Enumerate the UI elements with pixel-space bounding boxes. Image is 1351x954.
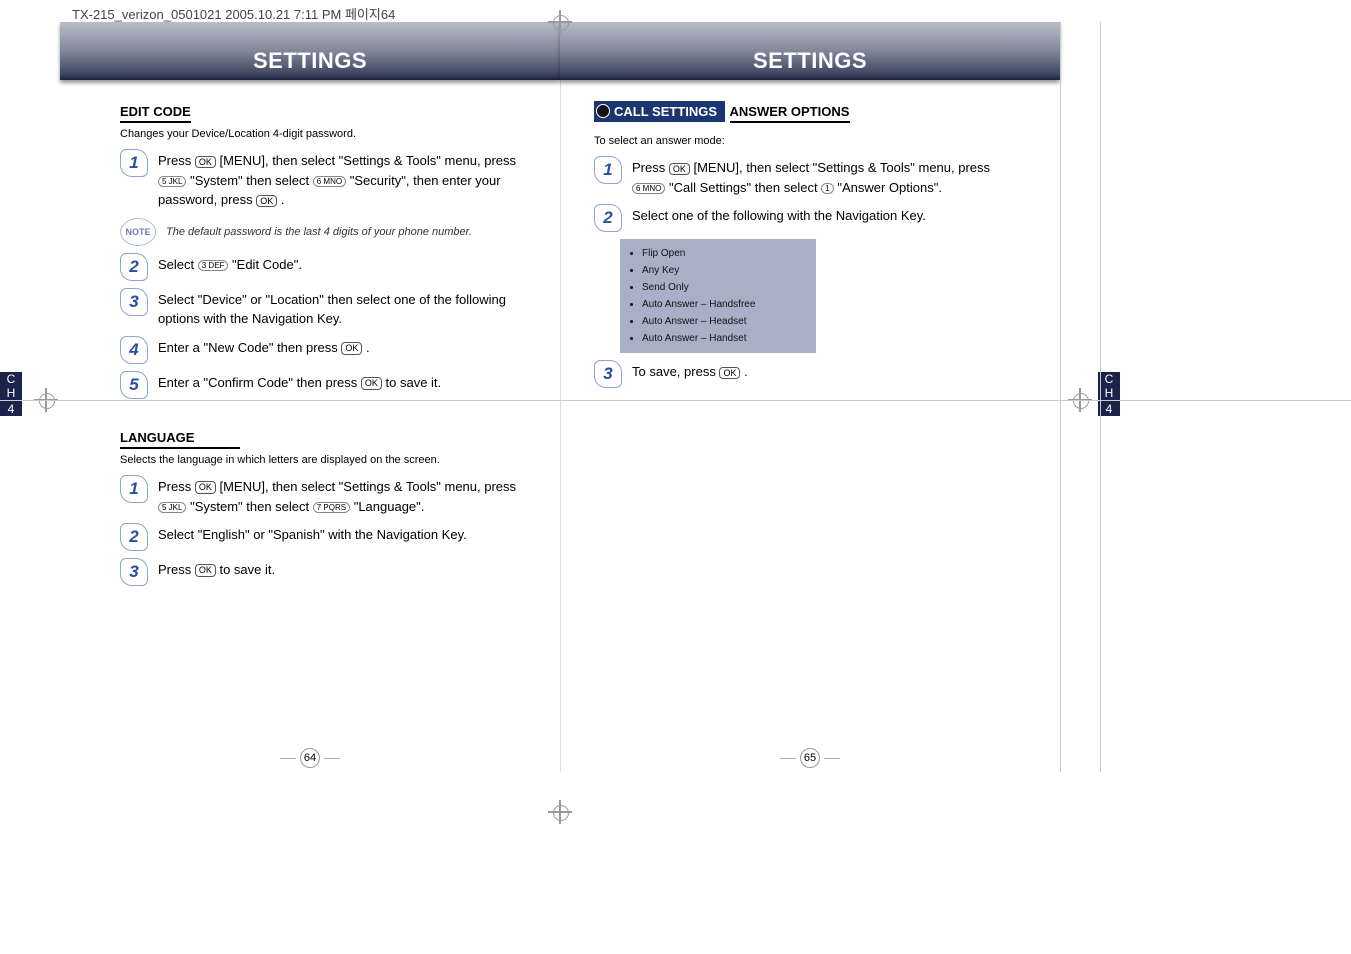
chapter-badge-left: CH 4: [0, 372, 22, 416]
list-item: Auto Answer – Handset: [642, 330, 808, 347]
key-6-icon: 6 MNO: [632, 183, 665, 195]
edit-step-1: 1 Press OK [MENU], then select "Settings…: [120, 149, 526, 210]
edit-step-2: 2 Select 3 DEF "Edit Code".: [120, 253, 526, 281]
ans-step-1: 1 Press OK [MENU], then select "Settings…: [594, 156, 1000, 197]
step-body: Enter a "Confirm Code" then press OK to …: [158, 371, 441, 393]
ok-key-icon: OK: [341, 342, 362, 355]
step-badge: 2: [594, 204, 622, 232]
lang-step-3: 3 Press OK to save it.: [120, 558, 526, 586]
step-badge: 2: [120, 523, 148, 551]
step-badge: 4: [120, 336, 148, 364]
edit-step-4: 4 Enter a "New Code" then press OK .: [120, 336, 526, 364]
ch-text: CH: [1105, 372, 1114, 400]
edit-step-5: 5 Enter a "Confirm Code" then press OK t…: [120, 371, 526, 399]
language-subtitle: Selects the language in which letters ar…: [120, 453, 526, 468]
edit-code-subtitle: Changes your Device/Location 4-digit pas…: [120, 127, 526, 142]
step-badge: 1: [120, 149, 148, 177]
step-badge: 5: [120, 371, 148, 399]
step-body: Select "English" or "Spanish" with the N…: [158, 523, 467, 545]
banner-right: SETTINGS: [560, 22, 1060, 80]
crop-guide: [0, 400, 1351, 401]
page-right: SETTINGS CH 4 CALL SETTINGS ANSWER OPTIO…: [560, 22, 1060, 772]
lang-step-1: 1 Press OK [MENU], then select "Settings…: [120, 475, 526, 516]
ans-step-3: 3 To save, press OK .: [594, 360, 1000, 388]
list-item: Flip Open: [642, 245, 808, 262]
ok-key-icon: OK: [719, 367, 740, 380]
step-badge: 3: [120, 558, 148, 586]
key-6-icon: 6 MNO: [313, 176, 346, 188]
ans-step-2: 2 Select one of the following with the N…: [594, 204, 1000, 232]
ok-key-icon: OK: [256, 195, 277, 208]
step-badge: 3: [594, 360, 622, 388]
page-left: SETTINGS CH 4 EDIT CODE Changes your Dev…: [60, 22, 560, 772]
note-icon: NOTE: [120, 218, 156, 246]
step-badge: 1: [120, 475, 148, 503]
list-item: Auto Answer – Handsfree: [642, 296, 808, 313]
page-number-left: 64: [280, 748, 340, 768]
banner-title-right: SETTINGS: [753, 48, 867, 80]
ok-key-icon: OK: [195, 481, 216, 494]
chapter-badge-right: CH 4: [1098, 372, 1120, 416]
step-badge: 3: [120, 288, 148, 316]
step-body: Enter a "New Code" then press OK .: [158, 336, 370, 358]
step-body: To save, press OK .: [632, 360, 748, 382]
two-page-spread: SETTINGS CH 4 EDIT CODE Changes your Dev…: [60, 22, 1060, 772]
ch-num: 4: [1106, 402, 1113, 416]
step-body: Select one of the following with the Nav…: [632, 204, 926, 226]
step-body: Press OK [MENU], then select "Settings &…: [632, 156, 1000, 197]
answer-options-box: Flip OpenAny KeySend OnlyAuto Answer – H…: [620, 239, 816, 353]
file-header: TX-215_verizon_0501021 2005.10.21 7:11 P…: [72, 4, 395, 23]
step-body: Select 3 DEF "Edit Code".: [158, 253, 302, 275]
ok-key-icon: OK: [195, 156, 216, 169]
ch-text: CH: [7, 372, 16, 400]
step-body: Press OK [MENU], then select "Settings &…: [158, 475, 526, 516]
crop-guide: [1100, 22, 1101, 772]
list-item: Send Only: [642, 279, 808, 296]
language-title: LANGUAGE: [120, 430, 240, 449]
registration-mark-icon: [548, 10, 572, 34]
key-7-icon: 7 PQRS: [313, 502, 350, 514]
step-badge: 2: [120, 253, 148, 281]
edit-step-3: 3 Select "Device" or "Location" then sel…: [120, 288, 526, 329]
answer-options-subtitle: To select an answer mode:: [594, 134, 1000, 149]
crop-guide: [1060, 22, 1061, 772]
page-number-right: 65: [780, 748, 840, 768]
lang-step-2: 2 Select "English" or "Spanish" with the…: [120, 523, 526, 551]
step-body: Press OK to save it.: [158, 558, 275, 580]
key-5-icon: 5 JKL: [158, 502, 186, 514]
banner-left: SETTINGS: [60, 22, 560, 80]
step-body: Select "Device" or "Location" then selec…: [158, 288, 526, 329]
step-body: Press OK [MENU], then select "Settings &…: [158, 149, 526, 210]
edit-code-title: EDIT CODE: [120, 104, 191, 123]
note-row: NOTE The default password is the last 4 …: [120, 218, 526, 246]
note-text: The default password is the last 4 digit…: [166, 226, 472, 238]
ok-key-icon: OK: [195, 564, 216, 577]
registration-mark-icon: [548, 800, 572, 824]
key-5-icon: 5 JKL: [158, 176, 186, 188]
key-3-icon: 3 DEF: [198, 260, 229, 272]
step-badge: 1: [594, 156, 622, 184]
ch-num: 4: [8, 402, 15, 416]
key-1-icon: 1: [821, 183, 833, 195]
list-item: Auto Answer – Headset: [642, 313, 808, 330]
ok-key-icon: OK: [361, 377, 382, 390]
ok-key-icon: OK: [669, 163, 690, 176]
list-item: Any Key: [642, 262, 808, 279]
banner-title-left: SETTINGS: [253, 48, 367, 80]
answer-options-title: ANSWER OPTIONS: [730, 104, 850, 123]
call-settings-tab: CALL SETTINGS: [594, 101, 725, 122]
